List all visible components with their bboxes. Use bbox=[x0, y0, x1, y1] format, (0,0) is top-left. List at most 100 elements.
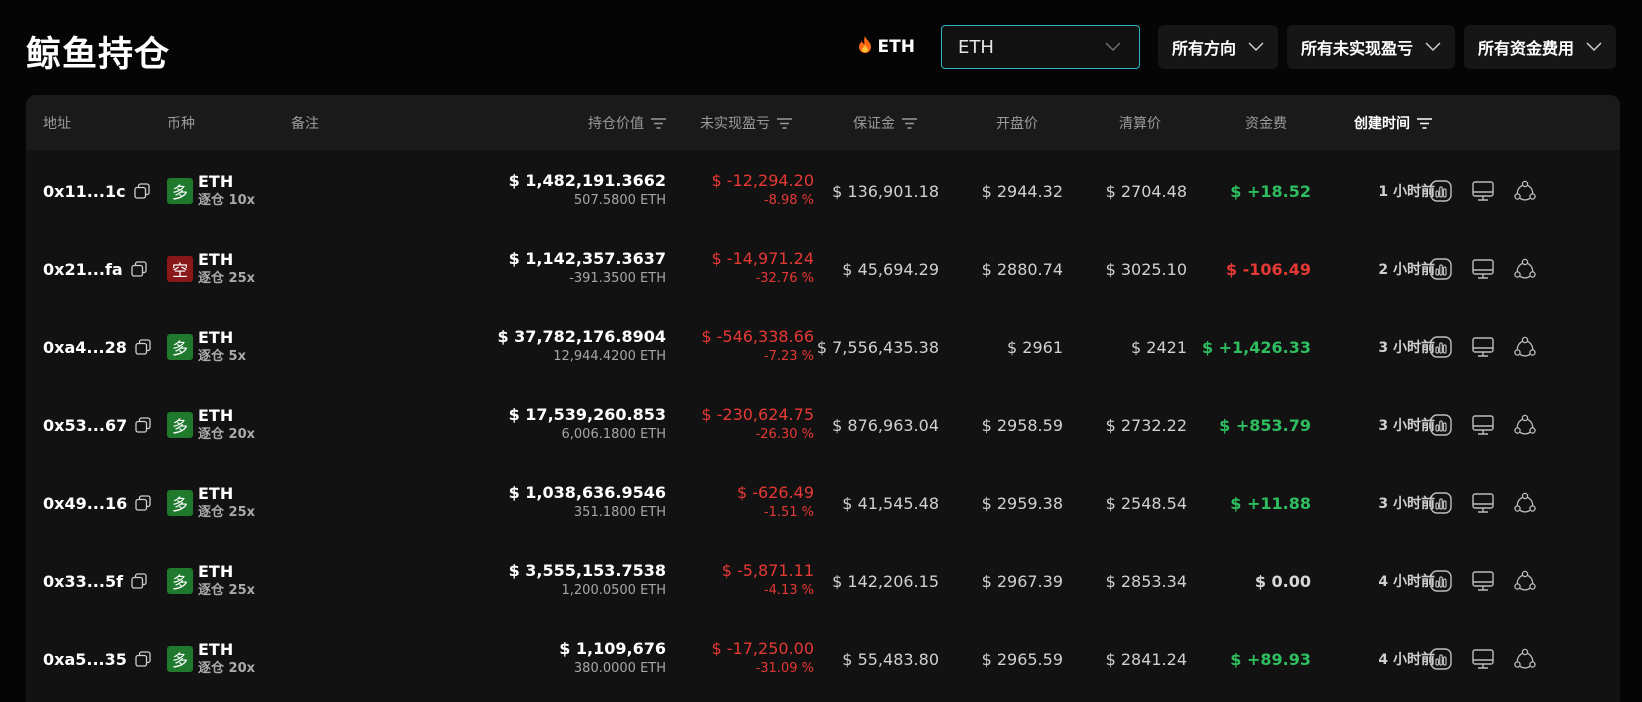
table-row[interactable]: 0x53...67 多 ETH 逐仓 20x $ 17,539,260.853 … bbox=[26, 384, 1620, 466]
col-entry-price: 开盘价 bbox=[996, 115, 1038, 132]
share-icon[interactable] bbox=[1513, 179, 1537, 203]
margin-value: $ 55,483.80 bbox=[842, 649, 939, 669]
position-value: $ 1,109,676 bbox=[559, 639, 666, 658]
table-row[interactable]: 0xa5...35 多 ETH 逐仓 20x $ 1,109,676 380.0… bbox=[26, 618, 1620, 700]
position-value: $ 3,555,153.7538 bbox=[508, 561, 666, 580]
copy-icon[interactable] bbox=[131, 261, 147, 277]
entry-price: $ 2961 bbox=[1007, 337, 1063, 357]
share-icon[interactable] bbox=[1513, 257, 1537, 281]
position-size: -391.3500 ETH bbox=[569, 271, 666, 286]
direction-dropdown-label: 所有方向 bbox=[1171, 39, 1236, 58]
wallet-address[interactable]: 0x11...1c bbox=[43, 182, 126, 201]
copy-icon[interactable] bbox=[135, 339, 151, 355]
wallet-address[interactable]: 0x49...16 bbox=[43, 494, 127, 513]
position-size: 380.0000 ETH bbox=[573, 661, 666, 676]
col-funding: 资金费 bbox=[1245, 115, 1287, 132]
coin-search-input[interactable] bbox=[957, 36, 1078, 58]
address-cell: 0x53...67 bbox=[43, 384, 151, 466]
pnl-cell: $ -12,294.20 -8.98 % bbox=[712, 150, 814, 232]
monitor-icon[interactable] bbox=[1471, 257, 1495, 281]
position-size: 6,006.1800 ETH bbox=[561, 427, 667, 442]
position-size: 1,200.0500 ETH bbox=[561, 583, 667, 598]
funding-dropdown[interactable]: 所有资金费用 bbox=[1463, 25, 1616, 69]
monitor-icon[interactable] bbox=[1471, 335, 1495, 359]
table-row[interactable]: 0xa4...28 多 ETH 逐仓 5x $ 37,782,176.8904 … bbox=[26, 306, 1620, 388]
pnl-cell: $ -5,871.11 -4.13 % bbox=[722, 540, 814, 622]
position-value-cell: $ 3,555,153.7538 1,200.0500 ETH bbox=[509, 540, 666, 622]
col-unrealized-pnl[interactable]: 未实现盈亏 bbox=[700, 95, 792, 150]
chevron-down-icon bbox=[1248, 42, 1264, 52]
col-created[interactable]: 创建时间 bbox=[1354, 95, 1432, 150]
table-row[interactable]: 0x33...5f 多 ETH 逐仓 25x $ 3,555,153.7538 … bbox=[26, 540, 1620, 622]
position-value: $ 1,142,357.3637 bbox=[508, 249, 666, 268]
position-size: 12,944.4200 ETH bbox=[553, 349, 666, 364]
hot-coin-tag[interactable]: ETH bbox=[858, 36, 915, 58]
share-icon[interactable] bbox=[1513, 491, 1537, 515]
coin-name: ETH bbox=[198, 640, 234, 659]
direction-dropdown[interactable]: 所有方向 bbox=[1157, 25, 1278, 69]
monitor-icon[interactable] bbox=[1471, 491, 1495, 515]
position-value-cell: $ 1,109,676 380.0000 ETH bbox=[559, 618, 666, 700]
copy-icon[interactable] bbox=[135, 417, 151, 433]
direction-badge: 多 bbox=[167, 178, 193, 204]
sort-icon bbox=[902, 117, 917, 129]
margin-value: $ 7,556,435.38 bbox=[816, 337, 939, 357]
share-icon[interactable] bbox=[1513, 569, 1537, 593]
position-value: $ 37,782,176.8904 bbox=[497, 327, 666, 346]
chart-icon[interactable] bbox=[1429, 647, 1453, 671]
share-icon[interactable] bbox=[1513, 647, 1537, 671]
copy-icon[interactable] bbox=[135, 495, 151, 511]
coin-search-select[interactable] bbox=[940, 25, 1140, 69]
funding-fee: $ +1,426.33 bbox=[1201, 337, 1311, 357]
liq-price: $ 2704.48 bbox=[1105, 181, 1187, 201]
direction-badge: 多 bbox=[167, 334, 193, 360]
leverage-label: 逐仓 20x bbox=[198, 661, 256, 676]
pnl-dropdown[interactable]: 所有未实现盈亏 bbox=[1286, 25, 1455, 69]
row-actions bbox=[1411, 228, 1537, 310]
chart-icon[interactable] bbox=[1429, 569, 1453, 593]
col-created-label: 创建时间 bbox=[1354, 115, 1410, 132]
monitor-icon[interactable] bbox=[1471, 647, 1495, 671]
margin-value: $ 142,206.15 bbox=[832, 571, 939, 591]
unrealized-pnl-pct: -32.76 % bbox=[755, 271, 814, 286]
col-coin: 币种 bbox=[167, 115, 195, 132]
row-actions bbox=[1411, 384, 1537, 466]
position-value: $ 1,038,636.9546 bbox=[508, 483, 666, 502]
share-icon[interactable] bbox=[1513, 413, 1537, 437]
sort-icon bbox=[1417, 117, 1432, 129]
col-margin[interactable]: 保证金 bbox=[853, 95, 917, 150]
monitor-icon[interactable] bbox=[1471, 179, 1495, 203]
pnl-cell: $ -14,971.24 -32.76 % bbox=[712, 228, 814, 310]
wallet-address[interactable]: 0x33...5f bbox=[43, 572, 123, 591]
table-row[interactable]: 0x11...1c 多 ETH 逐仓 10x $ 1,482,191.3662 … bbox=[26, 150, 1620, 232]
table-row[interactable]: 0x21...fa 空 ETH 逐仓 25x $ 1,142,357.3637 … bbox=[26, 228, 1620, 310]
funding-fee: $ 0.00 bbox=[1254, 571, 1311, 591]
unrealized-pnl: $ -626.49 bbox=[736, 483, 814, 502]
wallet-address[interactable]: 0x53...67 bbox=[43, 416, 127, 435]
col-position-value[interactable]: 持仓价值 bbox=[588, 95, 666, 150]
coin-name: ETH bbox=[198, 562, 234, 581]
monitor-icon[interactable] bbox=[1471, 569, 1495, 593]
copy-icon[interactable] bbox=[133, 183, 150, 199]
row-actions bbox=[1411, 540, 1537, 622]
col-position-value-label: 持仓价值 bbox=[588, 115, 644, 132]
monitor-icon[interactable] bbox=[1471, 413, 1495, 437]
direction-badge: 多 bbox=[167, 412, 193, 438]
copy-icon[interactable] bbox=[135, 651, 151, 667]
chart-icon[interactable] bbox=[1429, 257, 1453, 281]
position-value: $ 1,482,191.3662 bbox=[508, 171, 666, 190]
leverage-label: 逐仓 5x bbox=[198, 349, 246, 364]
leverage-label: 逐仓 25x bbox=[198, 505, 256, 520]
chart-icon[interactable] bbox=[1429, 413, 1453, 437]
wallet-address[interactable]: 0xa4...28 bbox=[43, 338, 127, 357]
chart-icon[interactable] bbox=[1429, 491, 1453, 515]
wallet-address[interactable]: 0xa5...35 bbox=[43, 650, 127, 669]
chart-icon[interactable] bbox=[1429, 335, 1453, 359]
copy-icon[interactable] bbox=[131, 573, 147, 589]
chart-icon[interactable] bbox=[1429, 179, 1453, 203]
direction-badge: 多 bbox=[167, 490, 193, 516]
table-row[interactable]: 0x49...16 多 ETH 逐仓 25x $ 1,038,636.9546 … bbox=[26, 462, 1620, 544]
address-cell: 0x11...1c bbox=[43, 150, 150, 232]
share-icon[interactable] bbox=[1513, 335, 1537, 359]
wallet-address[interactable]: 0x21...fa bbox=[43, 260, 123, 279]
